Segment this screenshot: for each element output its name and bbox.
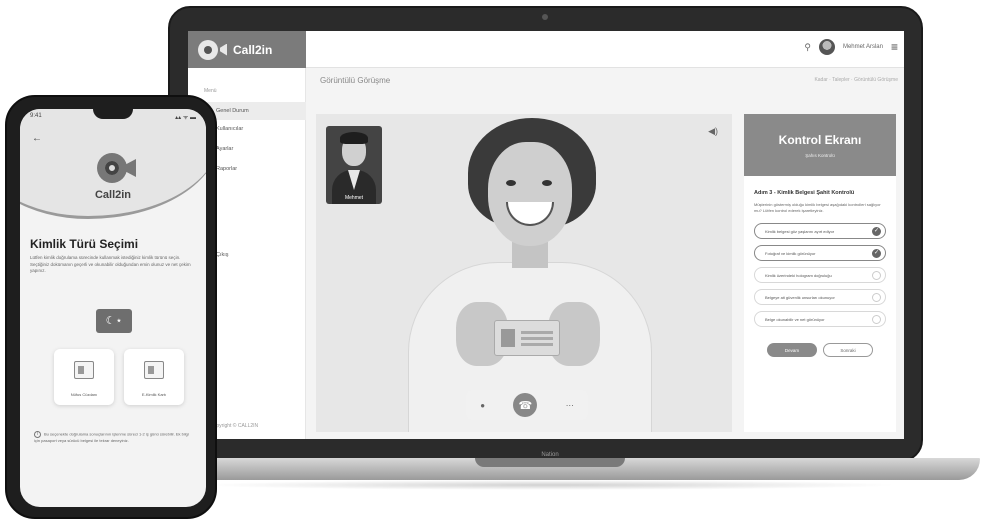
check-item-label: Belge okunabilir ve net görünüyor <box>765 316 825 322</box>
phone-screen: 9:41 ▴▴ ᯤ ▬ ← Call2in Kimlik Türü Seçimi… <box>20 109 206 507</box>
check-item-label: Kimlik belgesi göz yaşlarını ayırt ediyo… <box>765 228 835 234</box>
more-icon[interactable]: ⋯ <box>566 401 574 410</box>
marketing-mockup: Nation Call2in ⚲ Mehmet Arslan ≡ Menü Ge… <box>0 0 989 522</box>
panel-buttons: Devam Sonraki <box>744 343 896 358</box>
customer-video-face <box>488 142 572 246</box>
sidebar-footer: Copyright © CALL2IN <box>210 423 259 429</box>
speaker-icon[interactable]: ◀) <box>708 126 718 137</box>
page-header: Görüntülü Görüşme Kadar · Talepler · Gör… <box>306 68 904 92</box>
sidebar-heading: Menü <box>204 88 217 94</box>
logo-icon <box>198 39 218 60</box>
secondary-button[interactable]: Sonraki <box>823 343 873 358</box>
back-arrow-icon[interactable]: ← <box>32 133 42 144</box>
doc-option-label: Nüfus Cüzdanı <box>70 392 98 397</box>
id-card-icon <box>74 361 94 379</box>
app-logo[interactable]: Call2in <box>188 31 306 68</box>
phone-info-note: i Bu seçenekte doğrulama sonuçlarının işl… <box>34 431 194 444</box>
mic-icon[interactable]: ● <box>480 401 485 410</box>
info-text: Bu seçenekte doğrulama sonuçlarının işle… <box>34 431 189 443</box>
control-description: Müşterinin göstermiş olduğu kimlik belge… <box>754 202 881 213</box>
check-item[interactable]: Fotoğraf ve kimlik görünüyor ✓ <box>754 245 886 262</box>
phone-title: Kimlik Türü Seçimi <box>30 237 139 251</box>
check-item[interactable]: Kimlik belgesi göz yaşlarını ayırt ediyo… <box>754 223 886 240</box>
phone-app-name: Call2in <box>94 189 132 201</box>
check-item[interactable]: Kimlik üzerindeki hologram doğruluğu <box>754 267 886 284</box>
status-time: 9:41 <box>30 113 42 119</box>
menu-icon[interactable]: ≡ <box>891 41 898 53</box>
topbar-right: ⚲ Mehmet Arslan ≡ <box>804 39 898 55</box>
primary-button[interactable]: Devam <box>767 343 817 358</box>
checklist: Kimlik belgesi göz yaşlarını ayırt ediyo… <box>754 223 886 328</box>
checkmark-icon: ✓ <box>872 226 881 236</box>
control-panel: Kontrol Ekranı Şahıs Kontrolü Adım 3 - K… <box>744 114 896 432</box>
doc-option-label: E-Kimlik Kartı <box>141 392 167 397</box>
check-item[interactable]: Belge okunabilir ve net görünüyor <box>754 311 886 328</box>
call-controls: ● ☎ ⋯ <box>466 390 588 420</box>
camera-icon <box>220 43 227 56</box>
agent-video-pip[interactable]: Mehmet <box>326 126 382 204</box>
status-bar: 9:41 ▴▴ ᯤ ▬ <box>30 113 196 121</box>
notification-icon[interactable]: ⚲ <box>804 42 811 53</box>
status-icons: ▴▴ ᯤ ▬ <box>175 115 196 121</box>
empty-circle-icon <box>872 292 881 302</box>
doc-option-e-kimlik[interactable]: E-Kimlik Kartı <box>124 349 184 405</box>
agent-name: Mehmet <box>344 195 364 201</box>
control-question: Adım 3 - Kimlik Belgesi Şahit Kontrolü <box>754 190 855 196</box>
check-item-label: Kimlik üzerindeki hologram doğruluğu <box>765 272 832 278</box>
laptop-shadow <box>200 480 900 490</box>
id-card-icon <box>144 361 164 379</box>
check-item[interactable]: Belgeye ait güvenlik unsurları okunuyor <box>754 289 886 306</box>
check-item-label: Belgeye ait güvenlik unsurları okunuyor <box>765 294 835 300</box>
laptop-camera <box>542 14 548 20</box>
turkey-flag-button[interactable]: ☾⋆ <box>96 309 132 333</box>
app-topbar: Call2in ⚲ Mehmet Arslan ≡ <box>188 31 904 68</box>
empty-circle-icon <box>872 270 881 280</box>
laptop-screen: Call2in ⚲ Mehmet Arslan ≡ Menü Genel Dur… <box>188 31 904 439</box>
empty-circle-icon <box>872 314 881 324</box>
breadcrumb[interactable]: Kadar · Talepler · Görüntülü Görüşme <box>814 77 898 83</box>
phone-frame: 9:41 ▴▴ ᯤ ▬ ← Call2in Kimlik Türü Seçimi… <box>5 95 217 519</box>
app-logo-text: Call2in <box>233 42 273 57</box>
info-icon: i <box>34 431 41 438</box>
app-logo-icon <box>97 153 127 183</box>
agent-hair <box>340 132 368 144</box>
checkmark-icon: ✓ <box>872 248 881 258</box>
phone-description: Lütfen kimlik doğrulama sürecinde kullan… <box>30 255 191 274</box>
check-item-label: Fotoğraf ve kimlik görünüyor <box>765 250 816 256</box>
control-panel-header: Kontrol Ekranı Şahıs Kontrolü <box>744 114 896 176</box>
doc-option-nufus-cuzdani[interactable]: Nüfus Cüzdanı <box>54 349 114 405</box>
customer-eye-left <box>506 180 516 186</box>
id-card <box>494 320 560 356</box>
video-call-area: Mehmet ◀) ● ☎ ⋯ <box>316 114 732 432</box>
user-avatar[interactable] <box>818 39 835 55</box>
customer-eye-right <box>542 180 552 186</box>
end-call-button[interactable]: ☎ <box>513 393 538 417</box>
user-name[interactable]: Mehmet Arslan <box>843 44 883 50</box>
control-panel-title: Kontrol Ekranı <box>778 132 862 147</box>
laptop-notch <box>475 458 625 467</box>
control-panel-subtitle: Şahıs Kontrolü <box>805 152 835 158</box>
page-title: Görüntülü Görüşme <box>320 75 391 85</box>
laptop-brand: Nation <box>541 452 559 458</box>
